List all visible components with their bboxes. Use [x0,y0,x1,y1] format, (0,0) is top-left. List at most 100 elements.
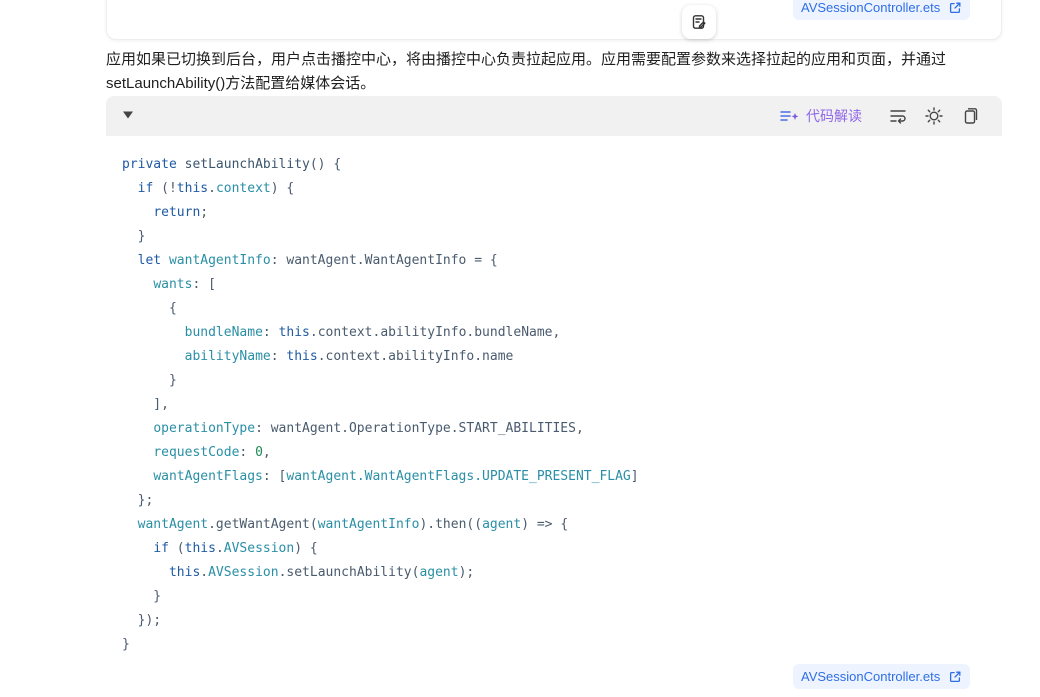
code-token: .setLaunchAbility( [278,565,420,580]
code-token: wantAgent [137,517,209,532]
code-token: wantAgent.WantAgentFlags.UPDATE_PRESENT_… [286,469,631,484]
code-line: wantAgent.getWantAgent(wantAgentInfo).th… [122,513,1002,537]
code-line: }; [122,489,1002,513]
edit-icon [692,15,706,29]
ai-sparkle-icon [780,111,799,121]
code-line: return; [122,201,1002,225]
external-link-icon [950,2,961,13]
code-token: . [200,565,209,580]
code-line: } [122,633,1002,657]
code-token: }; [122,493,154,508]
code-token: } [122,229,146,244]
code-token: if [153,541,177,556]
code-token: this [184,541,216,556]
code-token: requestCode [153,445,240,460]
ai-explain-button[interactable]: 代码解读 [780,106,862,126]
code-token: return [153,205,201,220]
code-line: ], [122,393,1002,417]
code-line: wants: [ [122,273,1002,297]
code-token: private [122,157,185,172]
ai-explain-label: 代码解读 [806,108,862,124]
doc-page: AVSessionController.ets 应用如果已切换到后台，用户点击播… [0,0,1040,697]
code-token: context [215,181,271,196]
code-line: } [122,225,1002,249]
code-line: { [122,297,1002,321]
code-token: ( [176,541,185,556]
code-token: this [176,181,209,196]
code-token: } [122,373,177,388]
code-token: ) { [270,181,295,196]
theme-icon [925,107,943,125]
code-token: . [208,181,216,196]
code-line: this.AVSession.setLaunchAbility(agent); [122,561,1002,585]
copy-icon [964,108,978,124]
code-line: let wantAgentInfo: wantAgent.WantAgentIn… [122,249,1002,273]
code-line: }); [122,609,1002,633]
theme-toggle-button[interactable] [916,104,952,128]
code-token: AVSession [223,541,295,556]
code-token: ); [458,565,475,580]
code-token: wantAgentInfo [317,517,420,532]
code-token: : [ [262,469,287,484]
code-token: 0 [255,445,263,460]
code-token: setLaunchAbility [184,157,310,172]
code-line: requestCode: 0, [122,441,1002,465]
code-line: abilityName: this.context.abilityInfo.na… [122,345,1002,369]
code-token: let [137,253,169,268]
code-token: .context.abilityInfo.bundleName, [309,325,561,340]
code-line: if (!this.context) { [122,177,1002,201]
edit-button[interactable] [682,5,716,39]
code-token: .context.abilityInfo.name [317,349,514,364]
code-token: agent [419,565,459,580]
file-link-label: AVSessionController.ets [801,0,941,15]
paragraph-line-1: 应用如果已切换到后台，用户点击播控中心，将由播控中心负责拉起应用。应用需要配置参… [106,51,947,68]
code-token: , [262,445,271,460]
file-link-label: AVSessionController.ets [801,669,941,684]
code-token: : [270,349,287,364]
code-token: ] [630,469,639,484]
code-token: ], [122,397,169,412]
code-line: if (this.AVSession) { [122,537,1002,561]
code-token: } [122,637,130,652]
code-token: ; [200,205,209,220]
description-paragraph: 应用如果已切换到后台，用户点击播控中心，将由播控中心负责拉起应用。应用需要配置参… [106,48,1006,96]
code-token: abilityName [184,349,271,364]
code-token: if [137,181,162,196]
code-token: agent [482,517,522,532]
code-token: { [122,301,177,316]
code-block: 代码解读 private setLaunchAbility() {if (!t… [106,96,1002,656]
code-token: this [278,325,310,340]
code-token: this [168,565,201,580]
code-content: private setLaunchAbility() { if (!this.c… [106,136,1002,657]
code-token: wantAgentFlags [153,469,263,484]
source-file-link-top[interactable]: AVSessionController.ets [793,0,971,20]
code-line: private setLaunchAbility() { [122,153,1002,177]
code-line: } [122,585,1002,609]
code-token: ).then(( [419,517,483,532]
code-token: .getWantAgent( [208,517,318,532]
source-file-link-bottom[interactable]: AVSessionController.ets [793,664,971,689]
wrap-toggle-button[interactable] [880,104,916,128]
code-token: ) { [294,541,318,556]
copy-button[interactable] [952,104,988,128]
code-line: } [122,369,1002,393]
code-token: : [262,325,279,340]
code-token: AVSession [208,565,279,580]
code-token: : wantAgent.WantAgentInfo = { [270,253,498,268]
code-token: wantAgentInfo [168,253,271,268]
code-token: : wantAgent.OperationType.START_ABILITIE… [255,421,584,436]
code-token: operationType [153,421,256,436]
collapse-triangle-icon[interactable] [122,110,134,120]
code-token: () { [309,157,342,172]
code-line: bundleName: this.context.abilityInfo.bun… [122,321,1002,345]
